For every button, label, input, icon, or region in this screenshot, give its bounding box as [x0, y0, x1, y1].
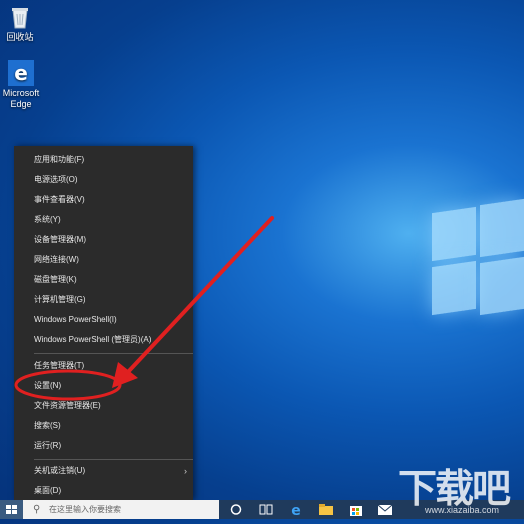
menu-item-apps-features[interactable]: 应用和功能(F): [14, 151, 193, 169]
svg-text:e: e: [14, 61, 28, 85]
menu-item-disk-management[interactable]: 磁盘管理(K): [14, 271, 193, 289]
search-icon: ⚲: [33, 504, 41, 515]
menu-item-computer-management[interactable]: 计算机管理(G): [14, 291, 193, 309]
svg-text:e: e: [291, 503, 301, 517]
menu-item-system[interactable]: 系统(Y): [14, 211, 193, 229]
wallpaper-windows-logo: [428, 196, 524, 326]
desktop-icon-recycle-bin[interactable]: 回收站: [0, 2, 44, 43]
menu-item-shutdown-signout[interactable]: 关机或注销(U) ›: [14, 462, 193, 480]
menu-item-run[interactable]: 运行(R): [14, 437, 193, 455]
menu-item-desktop[interactable]: 桌面(D): [14, 482, 193, 500]
task-view-icon[interactable]: [258, 502, 274, 517]
start-button[interactable]: [0, 500, 23, 519]
windows-start-icon: [6, 505, 17, 514]
recycle-bin-icon: [6, 2, 34, 30]
menu-item-settings[interactable]: 设置(N): [14, 377, 193, 395]
edge-icon: e: [8, 60, 34, 86]
desktop-icon-label: Microsoft Edge: [2, 88, 40, 109]
menu-item-file-explorer[interactable]: 文件资源管理器(E): [14, 397, 193, 415]
menu-item-network-connections[interactable]: 网络连接(W): [14, 251, 193, 269]
chevron-right-icon: ›: [184, 466, 187, 476]
menu-item-search[interactable]: 搜索(S): [14, 417, 193, 435]
menu-separator: [34, 353, 193, 354]
cortana-icon[interactable]: [228, 502, 244, 517]
menu-item-power-options[interactable]: 电源选项(O): [14, 171, 193, 189]
search-placeholder: 在这里输入你要搜索: [49, 505, 121, 514]
store-icon[interactable]: [348, 502, 364, 517]
file-explorer-icon[interactable]: [318, 502, 334, 517]
menu-item-powershell[interactable]: Windows PowerShell(I): [14, 311, 193, 329]
desktop-icon-edge[interactable]: e Microsoft Edge: [0, 60, 45, 110]
watermark-url: www.xiazaiba.com: [425, 505, 500, 515]
mail-icon[interactable]: [377, 502, 393, 517]
winx-context-menu: 应用和功能(F) 电源选项(O) 事件查看器(V) 系统(Y) 设备管理器(M)…: [14, 146, 193, 500]
desktop-icon-label: 回收站: [6, 32, 34, 42]
menu-item-event-viewer[interactable]: 事件查看器(V): [14, 191, 193, 209]
menu-item-task-manager[interactable]: 任务管理器(T): [14, 357, 193, 375]
taskbar-search-input[interactable]: ⚲ 在这里输入你要搜索: [23, 500, 219, 519]
edge-icon[interactable]: e: [288, 502, 304, 517]
menu-item-powershell-admin[interactable]: Windows PowerShell (管理员)(A): [14, 331, 193, 349]
menu-separator: [34, 459, 193, 460]
menu-item-device-manager[interactable]: 设备管理器(M): [14, 231, 193, 249]
